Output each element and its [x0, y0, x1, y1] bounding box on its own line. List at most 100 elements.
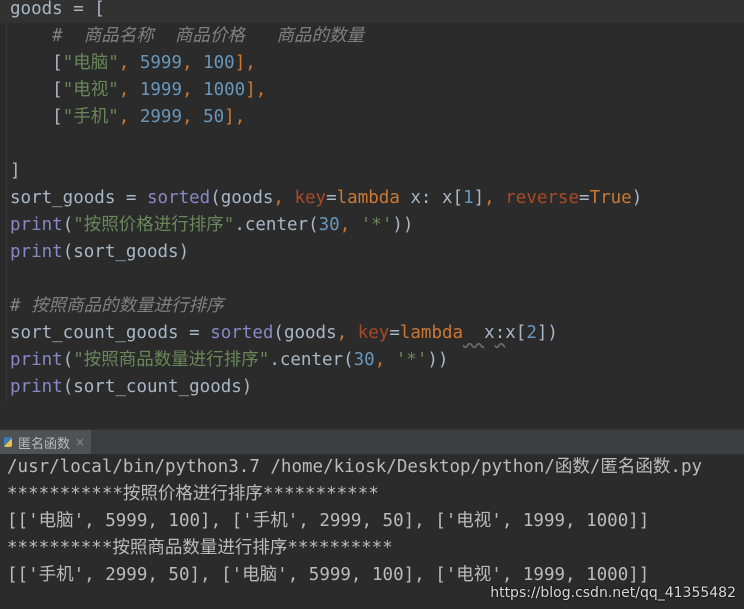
code-token: )) — [392, 215, 414, 235]
code-token: "手机" — [62, 107, 119, 127]
code-token: True — [589, 188, 632, 208]
code-token: "电脑" — [62, 53, 119, 73]
code-token: sort_goods = — [10, 188, 147, 208]
console-line-header-price: ***********按照价格进行排序*********** — [7, 484, 379, 504]
code-token: ], — [234, 53, 256, 73]
code-token: , — [182, 80, 204, 100]
code-line[interactable]: print(sort_goods) — [10, 239, 189, 266]
code-token: x: x[ — [399, 188, 464, 208]
code-token: '*' — [395, 350, 428, 370]
code-token: key — [357, 323, 390, 343]
code-line[interactable]: print(sort_count_goods) — [10, 374, 252, 401]
code-token: ], — [245, 80, 267, 100]
code-token: 1999 — [139, 80, 182, 100]
code-token: "按照商品数量进行排序" — [73, 350, 270, 370]
code-token: ]) — [536, 323, 558, 343]
close-icon[interactable]: × — [75, 435, 85, 449]
code-token: '*' — [360, 215, 393, 235]
code-token: , — [374, 350, 396, 370]
code-line[interactable]: ["电脑", 5999, 100], — [10, 50, 256, 77]
code-line[interactable]: sort_goods = sorted(goods, key=lambda x:… — [10, 185, 642, 212]
current-line-highlight — [0, 0, 744, 23]
code-token: 50 — [203, 107, 225, 127]
code-token: sort_count_goods = — [10, 323, 211, 343]
code-token: lambda — [336, 188, 400, 208]
code-token: ] — [10, 161, 21, 181]
code-token: ] — [473, 188, 485, 208]
code-token: print — [10, 377, 63, 397]
code-token: ( — [62, 215, 74, 235]
code-token: (goods — [210, 188, 274, 208]
code-token: print — [10, 215, 63, 235]
code-token: sorted — [210, 323, 274, 343]
code-token: = — [326, 188, 337, 208]
code-token: (sort_goods) — [62, 242, 190, 262]
code-token: print — [10, 242, 63, 262]
code-token: [ — [10, 53, 63, 73]
code-token: goods = [ — [10, 0, 105, 19]
code-token: .center( — [269, 350, 354, 370]
watermark-url: https://blog.csdn.net/qq_41355482 — [490, 585, 736, 601]
code-token: 1000 — [203, 80, 246, 100]
code-token: 30 — [318, 215, 340, 235]
code-token: = — [579, 188, 590, 208]
run-tab-label: 匿名函数 — [18, 436, 71, 452]
code-token: , — [182, 53, 204, 73]
code-token: key — [294, 188, 327, 208]
code-token: # 商品名称 商品价格 商品的数量 — [52, 26, 364, 46]
run-tab[interactable]: 匿名函数 × — [0, 430, 92, 454]
code-line[interactable]: # 按照商品的数量进行排序 — [10, 293, 224, 320]
code-token: , — [484, 188, 506, 208]
code-token: x[ — [505, 323, 527, 343]
code-token: 2999 — [139, 107, 182, 127]
code-token: ( — [62, 350, 74, 370]
console-line-result-price: [['电脑', 5999, 100], ['手机', 2999, 50], ['… — [7, 511, 650, 531]
code-token: x — [484, 323, 495, 343]
code-token: [ — [10, 107, 63, 127]
code-token: 5999 — [139, 53, 182, 73]
code-token: : — [494, 323, 506, 343]
code-token: print — [10, 350, 63, 370]
panel-separator — [0, 402, 744, 429]
code-editor[interactable]: goods = [ # 商品名称 商品价格 商品的数量 ["电脑", 5999,… — [0, 0, 744, 402]
code-token: "电视" — [62, 80, 119, 100]
code-token: lambda — [399, 323, 464, 343]
code-token: , — [118, 80, 140, 100]
code-token: , — [336, 323, 358, 343]
code-token: reverse — [505, 188, 580, 208]
code-token: , — [118, 107, 140, 127]
code-token: 2 — [526, 323, 537, 343]
code-line[interactable]: ] — [10, 158, 21, 185]
python-file-icon — [4, 436, 14, 448]
code-token: , — [273, 188, 295, 208]
code-line[interactable]: print("按照价格进行排序".center(30, '*')) — [10, 212, 413, 239]
code-token: "按照价格进行排序" — [73, 215, 235, 235]
code-token: = — [389, 323, 400, 343]
code-line[interactable]: ["手机", 2999, 50], — [10, 104, 245, 131]
code-token: ) — [631, 188, 643, 208]
code-token: # 按照商品的数量进行排序 — [10, 296, 224, 316]
run-tool-window-tabbar: 匿名函数 × — [0, 429, 744, 455]
code-token: (sort_count_goods) — [62, 377, 253, 397]
code-token: sorted — [146, 188, 211, 208]
gutter-divider — [6, 0, 7, 402]
code-token: ], — [224, 107, 246, 127]
code-token: 30 — [353, 350, 375, 370]
code-token: , — [182, 107, 204, 127]
code-line[interactable]: sort_count_goods = sorted(goods, key=lam… — [10, 320, 558, 347]
code-line[interactable]: goods = [ — [10, 0, 105, 23]
code-line[interactable]: print("按照商品数量进行排序".center(30, '*')) — [10, 347, 448, 374]
console-line-command: /usr/local/bin/python3.7 /home/kiosk/Des… — [7, 457, 703, 477]
code-token: , — [339, 215, 361, 235]
code-line[interactable]: ["电视", 1999, 1000], — [10, 77, 266, 104]
code-token: , — [118, 53, 140, 73]
code-line[interactable]: # 商品名称 商品价格 商品的数量 — [10, 23, 364, 50]
code-token: .center( — [234, 215, 319, 235]
console-line-header-count: **********按照商品数量进行排序********** — [7, 538, 393, 558]
code-token: [ — [10, 80, 63, 100]
code-token: (goods — [273, 323, 337, 343]
code-token: 100 — [203, 53, 235, 73]
code-token: )) — [427, 350, 449, 370]
